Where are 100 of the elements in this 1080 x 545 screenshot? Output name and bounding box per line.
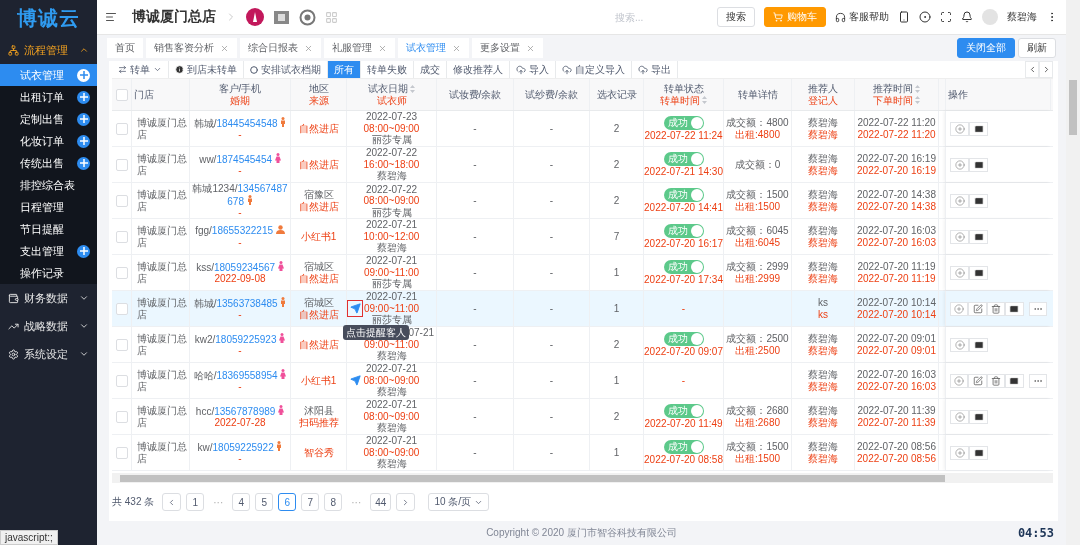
menu-group[interactable]: 财务数据 bbox=[0, 284, 97, 312]
table-row[interactable]: 博诚厦门总店 kw/18059225922 - 智谷秀 2022-07-21 08:00~09:00 蔡碧海 - - 1 成功 2022-07-20 08:58 成交额：1500 出租:1500 蔡碧海 蔡碧海 2022-07-20 08:56 2022-07-20 08:56 bbox=[112, 435, 1053, 471]
close-icon[interactable] bbox=[304, 43, 313, 53]
refresh-button[interactable]: 刷新 bbox=[1018, 38, 1056, 58]
table-row[interactable]: 博诚厦门总店 哈哈/18369558954 - 小红书1 2022-07-21 08:00~09:00 蔡碧海 - - 1 - 蔡碧海 蔡碧海 2022-07-20 16:03 2022-07-20 16:03 bbox=[112, 363, 1053, 399]
row-checkbox[interactable] bbox=[115, 194, 128, 207]
vertical-scrollbar[interactable] bbox=[1066, 0, 1080, 545]
table-row[interactable]: 博诚厦门总店 hcc/13567878989 2022-07-28 沭阳县 扫码推荐 2022-07-21 08:00~09:00 蔡碧海 - - 2 成功 2022-07-20 11:49 成交额：2680 出租:2680 蔡碧海 蔡碧海 2022-07-20 11:39 2022-07-20 11:39 bbox=[112, 399, 1053, 435]
remind-button[interactable] bbox=[347, 372, 363, 389]
user-name[interactable]: 蔡碧海 bbox=[1007, 10, 1037, 24]
table-cell: - bbox=[473, 302, 477, 315]
row-checkbox[interactable] bbox=[115, 266, 128, 279]
sidebar-item[interactable]: 传统出售 bbox=[0, 152, 97, 174]
plus-circle-icon bbox=[954, 267, 965, 278]
bell-icon[interactable] bbox=[961, 11, 973, 23]
registrar-name: 蔡碧海 bbox=[808, 380, 838, 392]
app-icon[interactable] bbox=[299, 8, 316, 26]
app-icon[interactable] bbox=[273, 8, 290, 26]
edit-button[interactable] bbox=[968, 373, 987, 388]
delete-button[interactable] bbox=[986, 373, 1006, 388]
page-button[interactable]: 44 bbox=[370, 493, 392, 511]
avatar[interactable] bbox=[982, 9, 998, 25]
page-size-select[interactable]: 10 条/页 bbox=[428, 493, 490, 511]
page-button[interactable]: 1 bbox=[186, 493, 205, 511]
tab[interactable]: 首页 bbox=[107, 38, 143, 58]
tab[interactable]: 更多设置 bbox=[472, 38, 543, 58]
grid-icon[interactable] bbox=[325, 10, 338, 24]
page-button[interactable]: 7 bbox=[301, 493, 320, 511]
row-checkbox[interactable] bbox=[115, 230, 128, 243]
recommender-name: 蔡碧海 bbox=[808, 333, 838, 345]
row-checkbox[interactable] bbox=[115, 374, 128, 387]
wedding-date: - bbox=[238, 165, 242, 177]
sidebar-item[interactable]: 节日提醒 bbox=[0, 218, 97, 240]
recommend-time: 2022-07-20 14:38 bbox=[857, 189, 936, 201]
fullscreen-icon[interactable] bbox=[940, 11, 952, 23]
select-all-checkbox[interactable] bbox=[115, 88, 128, 101]
tab[interactable]: 试衣管理 bbox=[398, 38, 469, 58]
tab[interactable]: 综合日报表 bbox=[240, 38, 321, 58]
previous-page-button[interactable] bbox=[162, 493, 182, 511]
sidebar-item[interactable]: 支出管理 bbox=[0, 240, 97, 262]
close-icon[interactable] bbox=[452, 43, 461, 53]
tab[interactable]: 礼服管理 bbox=[324, 38, 395, 58]
app-icon[interactable] bbox=[246, 8, 264, 26]
page-button[interactable]: 4 bbox=[232, 493, 251, 511]
tab[interactable]: 销售客资分析 bbox=[146, 38, 237, 58]
table-row[interactable]: 博诚厦门总店 ww/1874545454 - 自然进店 2022-07-22 16:00~18:00 蔡碧海 - - 2 成功 2022-07-21 14:30 成交额：0 蔡碧海 蔡碧海 2022-07-20 16:19 2022-07-20 16:19 bbox=[112, 147, 1053, 183]
sidebar-item[interactable]: 操作记录 bbox=[0, 262, 97, 284]
menu-group[interactable]: 系统设定 bbox=[0, 340, 97, 368]
row-checkbox[interactable] bbox=[115, 338, 128, 351]
customer-cell: 韩城/13563738485 bbox=[193, 296, 287, 309]
table-row[interactable]: 博诚厦门总店 韩城/18445454548 - 自然进店 2022-07-23 08:00~09:00 丽莎专属 - - 2 成功 2022-07-22 11:24 成交额：4800 出租:4800 蔡碧海 蔡碧海 2022-07-22 11:20 2022-07-22 11:20 bbox=[112, 111, 1053, 147]
menu-icon[interactable] bbox=[105, 11, 117, 23]
message-button[interactable] bbox=[1005, 301, 1024, 316]
close-icon[interactable] bbox=[220, 43, 229, 53]
sidebar-item[interactable]: 排控综合表 bbox=[0, 174, 97, 196]
table-row[interactable]: 博诚厦门总店 fgg/18655322215 - 小红书1 2022-07-21 10:00~12:00 蔡碧海 - - 7 成功 2022-07-20 16:17 成交额：6045 出租:6045 蔡碧海 蔡碧海 2022-07-20 16:03 2022-07-20 16:03 bbox=[112, 219, 1053, 255]
next-page-button[interactable] bbox=[396, 493, 416, 511]
search-button[interactable]: 搜索 bbox=[717, 7, 755, 27]
sidebar-item[interactable]: 化妆订单 bbox=[0, 130, 97, 152]
customer-cell: kw/18059225922 bbox=[197, 440, 283, 453]
sidebar-item[interactable]: 定制出售 bbox=[0, 108, 97, 130]
row-checkbox[interactable] bbox=[115, 446, 128, 459]
message-button[interactable] bbox=[969, 157, 988, 172]
help-link[interactable]: 客服帮助 bbox=[835, 10, 889, 24]
add-button[interactable] bbox=[950, 301, 969, 316]
row-checkbox[interactable] bbox=[115, 122, 128, 135]
table-row[interactable]: 博诚厦门总店 韩城/13563738485 - 宿城区 自然进店 2022-07-21 09:00~11:00 丽莎专属 - - 1 - ks ks 2022-07-20 10:14 2022-07-20 10:14 bbox=[112, 291, 1053, 327]
menu-group[interactable]: 流程管理 bbox=[0, 36, 97, 64]
menu-group[interactable]: 战略数据 bbox=[0, 312, 97, 340]
row-checkbox[interactable] bbox=[115, 302, 128, 315]
edit-button[interactable] bbox=[968, 301, 987, 316]
phone-icon[interactable] bbox=[898, 11, 910, 23]
message-button[interactable] bbox=[969, 229, 988, 244]
edit-icon bbox=[972, 303, 983, 314]
page-button[interactable]: 5 bbox=[255, 493, 274, 511]
table-row[interactable]: 博诚厦门总店 韩城1234/134567487678 - 宿豫区 自然进店 2022-07-22 08:00~09:00 丽莎专属 - - 2 成功 2022-07-20 14:41 成交额：1500 出租:1500 蔡碧海 蔡碧海 2022-07-20 14:38 2022-07-20 14:38 bbox=[112, 183, 1053, 219]
row-checkbox[interactable] bbox=[115, 158, 128, 171]
message-button[interactable] bbox=[969, 193, 988, 208]
message-button[interactable] bbox=[969, 265, 988, 280]
message-button[interactable] bbox=[969, 337, 988, 352]
scroll-left-button[interactable] bbox=[1025, 61, 1039, 78]
page-button[interactable]: 8 bbox=[324, 493, 343, 511]
message-button[interactable] bbox=[969, 445, 988, 460]
close-icon[interactable] bbox=[526, 43, 535, 53]
fitter-name: 丽莎专属 bbox=[371, 278, 412, 290]
page-button[interactable]: 6 bbox=[278, 493, 297, 511]
horizontal-scrollbar[interactable] bbox=[112, 473, 1053, 483]
record-icon[interactable] bbox=[919, 11, 931, 23]
close-icon[interactable] bbox=[378, 43, 387, 53]
delete-button[interactable] bbox=[986, 301, 1006, 316]
message-button[interactable] bbox=[969, 409, 988, 424]
remind-button[interactable] bbox=[347, 300, 363, 317]
table-row[interactable]: 博诚厦门总店 kss/18059234567 2022-09-08 宿城区 自然进店 2022-07-21 09:00~11:00 丽莎专属 - - 1 成功 2022-07-20 17:34 成交额：2999 出租:2999 蔡碧海 蔡碧海 2022-07-20 11:19 2022-07-20 11:19 bbox=[112, 255, 1053, 291]
sidebar-item[interactable]: 出租订单 bbox=[0, 86, 97, 108]
message-button[interactable] bbox=[969, 121, 988, 136]
row-checkbox[interactable] bbox=[115, 410, 128, 423]
scroll-right-button[interactable] bbox=[1039, 61, 1053, 78]
message-button[interactable] bbox=[1005, 373, 1024, 388]
add-button[interactable] bbox=[950, 373, 969, 388]
sidebar-item[interactable]: 日程管理 bbox=[0, 196, 97, 218]
